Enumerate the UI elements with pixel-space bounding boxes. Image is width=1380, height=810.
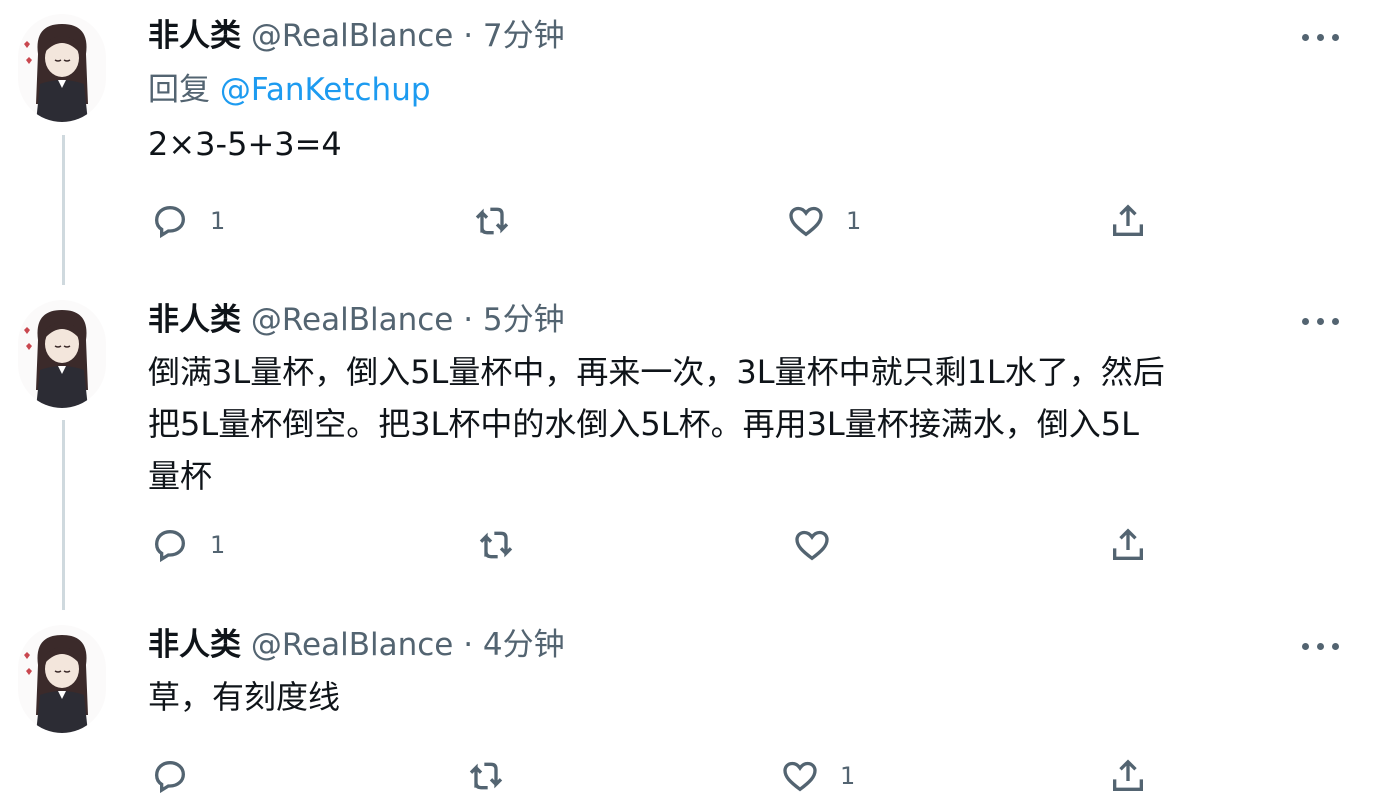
more-icon bbox=[1332, 643, 1339, 650]
tweet-text-line: 把5L量杯倒空。把3L杯中的水倒入5L杯。再用3L量杯接满水，倒入5L bbox=[148, 405, 1139, 443]
reply-prefix: 回复 bbox=[148, 72, 210, 108]
tweet[interactable]: 非人类 @RealBlance · 5分钟 倒满3L量杯，倒入5L量杯中，再来一… bbox=[0, 290, 1380, 610]
share-button[interactable] bbox=[1108, 522, 1148, 568]
more-icon bbox=[1302, 34, 1309, 41]
more-icon bbox=[1332, 318, 1339, 325]
reply-icon bbox=[154, 205, 186, 239]
tweet-text-line: 量杯 bbox=[148, 457, 213, 495]
share-icon bbox=[1113, 528, 1143, 560]
retweet-button[interactable] bbox=[466, 753, 526, 799]
like-button[interactable]: 1 bbox=[786, 198, 861, 244]
display-name[interactable]: 非人类 bbox=[148, 18, 241, 54]
avatar[interactable] bbox=[18, 14, 106, 122]
timestamp[interactable]: 7分钟 bbox=[483, 18, 565, 54]
avatar-image bbox=[24, 310, 88, 408]
timestamp[interactable]: 4分钟 bbox=[483, 627, 565, 663]
user-handle[interactable]: @RealBlance bbox=[251, 627, 453, 663]
user-handle[interactable]: @RealBlance bbox=[251, 302, 453, 338]
tweet-text: 草，有刻度线 bbox=[148, 678, 341, 716]
user-handle[interactable]: @RealBlance bbox=[251, 18, 453, 54]
tweet-actions: 1 bbox=[0, 753, 1380, 799]
tweet-actions: 1 bbox=[0, 522, 1380, 568]
retweet-icon bbox=[475, 207, 509, 235]
display-name[interactable]: 非人类 bbox=[148, 627, 241, 663]
reply-button[interactable] bbox=[150, 753, 210, 799]
more-icon bbox=[1317, 318, 1324, 325]
retweet-icon bbox=[469, 762, 503, 790]
timestamp[interactable]: 5分钟 bbox=[483, 302, 565, 338]
tweet-actions: 1 1 bbox=[0, 198, 1380, 244]
more-options-button[interactable] bbox=[1298, 28, 1344, 48]
reply-count: 1 bbox=[210, 531, 226, 559]
display-name[interactable]: 非人类 bbox=[148, 302, 241, 338]
heart-icon bbox=[783, 761, 817, 792]
more-options-button[interactable] bbox=[1298, 312, 1344, 332]
share-icon bbox=[1113, 759, 1143, 791]
avatar[interactable] bbox=[18, 625, 106, 733]
reply-icon bbox=[154, 529, 186, 563]
share-icon bbox=[1113, 204, 1143, 236]
reply-count: 1 bbox=[210, 207, 226, 235]
retweet-icon bbox=[479, 531, 513, 559]
like-count: 1 bbox=[840, 762, 856, 790]
tweet-text: 2×3-5+3=4 bbox=[148, 125, 342, 163]
more-options-button[interactable] bbox=[1298, 637, 1344, 657]
more-icon bbox=[1302, 318, 1309, 325]
like-button[interactable] bbox=[792, 522, 852, 568]
reply-icon bbox=[154, 760, 186, 794]
separator-dot: · bbox=[463, 18, 474, 54]
more-icon bbox=[1302, 643, 1309, 650]
tweet-text-line: 倒满3L量杯，倒入5L量杯中，再来一次，3L量杯中就只剩1L水了，然后 bbox=[148, 353, 1165, 391]
like-button[interactable]: 1 bbox=[780, 753, 855, 799]
heart-icon bbox=[789, 206, 823, 237]
tweet-header: 非人类 @RealBlance · 4分钟 bbox=[148, 625, 565, 665]
tweet-text: 倒满3L量杯，倒入5L量杯中，再来一次，3L量杯中就只剩1L水了，然后 把5L量… bbox=[148, 346, 1348, 502]
reply-button[interactable]: 1 bbox=[150, 198, 225, 244]
more-icon bbox=[1317, 643, 1324, 650]
reply-button[interactable]: 1 bbox=[150, 522, 225, 568]
share-button[interactable] bbox=[1108, 198, 1148, 244]
mention-link[interactable]: @FanKetchup bbox=[220, 72, 431, 108]
tweet-header: 非人类 @RealBlance · 5分钟 bbox=[148, 300, 565, 340]
avatar[interactable] bbox=[18, 300, 106, 408]
avatar-image bbox=[24, 635, 88, 733]
like-count: 1 bbox=[846, 207, 862, 235]
separator-dot: · bbox=[463, 627, 474, 663]
heart-icon bbox=[795, 530, 829, 561]
tweet-header: 非人类 @RealBlance · 7分钟 bbox=[148, 16, 565, 56]
more-icon bbox=[1317, 34, 1324, 41]
avatar-image bbox=[24, 24, 88, 122]
retweet-button[interactable] bbox=[476, 522, 536, 568]
tweet[interactable]: 非人类 @RealBlance · 4分钟 草，有刻度线 1 bbox=[0, 615, 1380, 810]
share-button[interactable] bbox=[1108, 753, 1148, 799]
separator-dot: · bbox=[463, 302, 474, 338]
more-icon bbox=[1332, 34, 1339, 41]
retweet-button[interactable] bbox=[472, 198, 532, 244]
tweet[interactable]: 非人类 @RealBlance · 7分钟 回复 @FanKetchup 2×3… bbox=[0, 0, 1380, 280]
replying-to: 回复 @FanKetchup bbox=[148, 70, 431, 110]
